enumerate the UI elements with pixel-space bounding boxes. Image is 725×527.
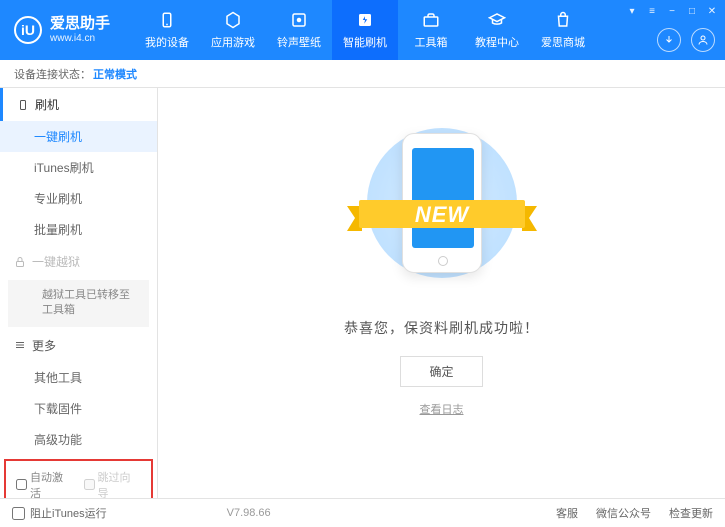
status-value: 正常模式	[93, 66, 137, 82]
sidebar-item-pro[interactable]: 专业刷机	[0, 183, 157, 214]
footer-link-support[interactable]: 客服	[556, 505, 578, 521]
checkbox-row: 自动激活 跳过向导	[4, 459, 153, 498]
logo-area: iU 爱思助手 www.i4.cn	[0, 15, 124, 45]
footer-link-update[interactable]: 检查更新	[669, 505, 713, 521]
block-itunes-checkbox[interactable]: 阻止iTunes运行	[12, 505, 107, 521]
nav-toolbox[interactable]: 工具箱	[398, 0, 464, 60]
svg-text:NEW: NEW	[414, 202, 470, 227]
version-label: V7.98.66	[227, 507, 271, 519]
nav-my-device[interactable]: 我的设备	[134, 0, 200, 60]
sidebar-section-more[interactable]: 更多	[0, 329, 157, 362]
app-title: 爱思助手	[50, 15, 110, 33]
nav-ringtones[interactable]: 铃声壁纸	[266, 0, 332, 60]
device-icon	[157, 10, 177, 30]
footer-link-wechat[interactable]: 微信公众号	[596, 505, 651, 521]
sidebar-item-oneclick[interactable]: 一键刷机	[0, 121, 157, 152]
nav-store[interactable]: 爱思商城	[530, 0, 596, 60]
apps-icon	[223, 10, 243, 30]
sidebar-item-batch[interactable]: 批量刷机	[0, 214, 157, 245]
success-message: 恭喜您，保资料刷机成功啦！	[344, 318, 539, 338]
lock-icon	[14, 256, 26, 268]
footer: 阻止iTunes运行 V7.98.66 客服 微信公众号 检查更新	[0, 498, 725, 527]
sidebar-item-other[interactable]: 其他工具	[0, 362, 157, 393]
close-icon[interactable]: ✕	[705, 4, 719, 18]
nav-apps[interactable]: 应用游戏	[200, 0, 266, 60]
jailbreak-note: 越狱工具已转移至工具箱	[8, 280, 149, 327]
status-bar: 设备连接状态： 正常模式	[0, 60, 725, 88]
menu-lines-icon	[14, 339, 26, 351]
sidebar-section-jailbreak: 一键越狱	[0, 245, 157, 278]
ringtone-icon	[289, 10, 309, 30]
user-button[interactable]	[691, 28, 715, 52]
sidebar-item-itunes[interactable]: iTunes刷机	[0, 152, 157, 183]
main-nav: 我的设备 应用游戏 铃声壁纸 智能刷机 工具箱 教程中心 爱思商城	[134, 0, 596, 60]
minimize-icon[interactable]: −	[665, 4, 679, 18]
nav-tutorials[interactable]: 教程中心	[464, 0, 530, 60]
logo-icon: iU	[14, 16, 42, 44]
menu-icon[interactable]: ▾	[625, 4, 639, 18]
status-label: 设备连接状态：	[14, 66, 91, 82]
sidebar: 刷机 一键刷机 iTunes刷机 专业刷机 批量刷机 一键越狱 越狱工具已转移至…	[0, 88, 158, 498]
nav-flash[interactable]: 智能刷机	[332, 0, 398, 60]
sidebar-item-download[interactable]: 下载固件	[0, 393, 157, 424]
phone-icon	[17, 99, 29, 111]
app-url: www.i4.cn	[50, 33, 110, 45]
toolbox-icon	[421, 10, 441, 30]
sidebar-section-flash[interactable]: 刷机	[0, 88, 157, 121]
checkbox-skip-guide[interactable]: 跳过向导	[84, 469, 142, 498]
view-log-link[interactable]: 查看日志	[420, 401, 464, 417]
maximize-icon[interactable]: □	[685, 4, 699, 18]
flash-icon	[355, 10, 375, 30]
checkbox-auto-activate[interactable]: 自动激活	[16, 469, 74, 498]
window-controls: ▾ ≡ − □ ✕	[625, 4, 719, 18]
sidebar-item-advanced[interactable]: 高级功能	[0, 424, 157, 455]
settings-icon[interactable]: ≡	[645, 4, 659, 18]
main-content: NEW 恭喜您，保资料刷机成功啦！ 确定 查看日志	[158, 88, 725, 498]
store-icon	[553, 10, 573, 30]
download-button[interactable]	[657, 28, 681, 52]
success-illustration: NEW	[352, 118, 532, 298]
tutorial-icon	[487, 10, 507, 30]
app-header: iU 爱思助手 www.i4.cn 我的设备 应用游戏 铃声壁纸 智能刷机 工具…	[0, 0, 725, 60]
new-banner-icon: NEW	[347, 196, 537, 236]
confirm-button[interactable]: 确定	[400, 356, 482, 387]
